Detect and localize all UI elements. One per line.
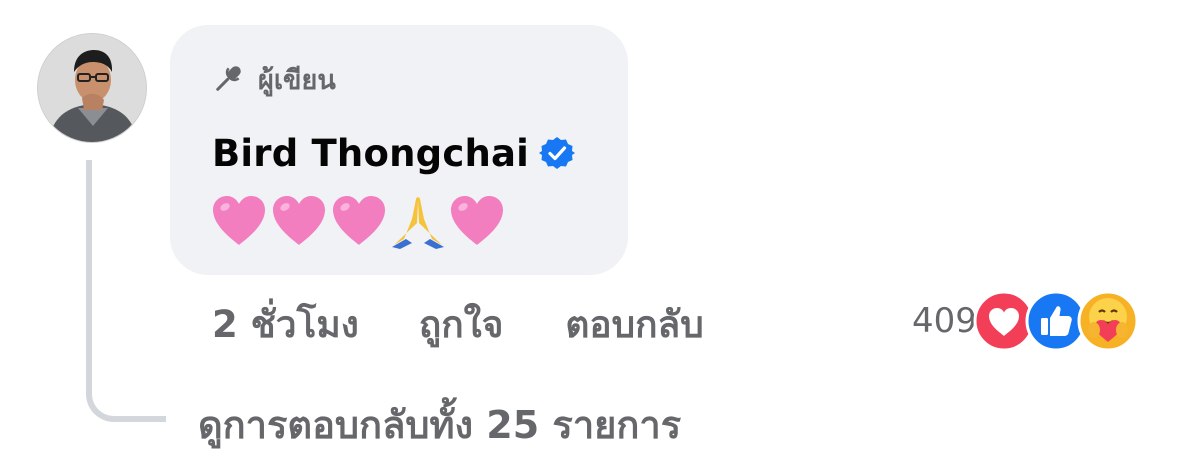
comment-message	[210, 191, 506, 251]
author-name-row: Bird Thongchai	[212, 125, 576, 181]
view-all-replies-link[interactable]: ดูการตอบกลับทั้ง 25 รายการ	[198, 394, 681, 454]
care-reaction-icon	[1077, 290, 1139, 352]
pink-heart-emoji	[270, 193, 328, 249]
comment-actions: 2 ชั่วโมง ถูกใจ ตอบกลับ	[212, 292, 704, 356]
avatar[interactable]	[37, 33, 147, 143]
pink-heart-emoji	[210, 193, 268, 249]
reaction-summary[interactable]: 409	[912, 290, 1139, 352]
comment-timestamp[interactable]: 2 ชั่วโมง	[212, 295, 359, 354]
reaction-count: 409	[912, 301, 977, 341]
avatar-image	[38, 34, 146, 142]
folded-hands-emoji	[390, 193, 446, 249]
verified-badge-icon	[539, 135, 576, 171]
like-button[interactable]: ถูกใจ	[419, 295, 504, 354]
reply-thread-line	[86, 160, 166, 422]
author-badge: ผู้เขียน	[210, 55, 336, 103]
author-badge-label: ผู้เขียน	[258, 64, 336, 96]
pink-heart-emoji	[330, 193, 388, 249]
author-name[interactable]: Bird Thongchai	[212, 132, 529, 175]
microphone-icon	[210, 61, 246, 97]
pink-heart-emoji	[448, 193, 506, 249]
reply-button[interactable]: ตอบกลับ	[565, 295, 703, 354]
comment-bubble: ผู้เขียน Bird Thongchai	[170, 25, 628, 275]
